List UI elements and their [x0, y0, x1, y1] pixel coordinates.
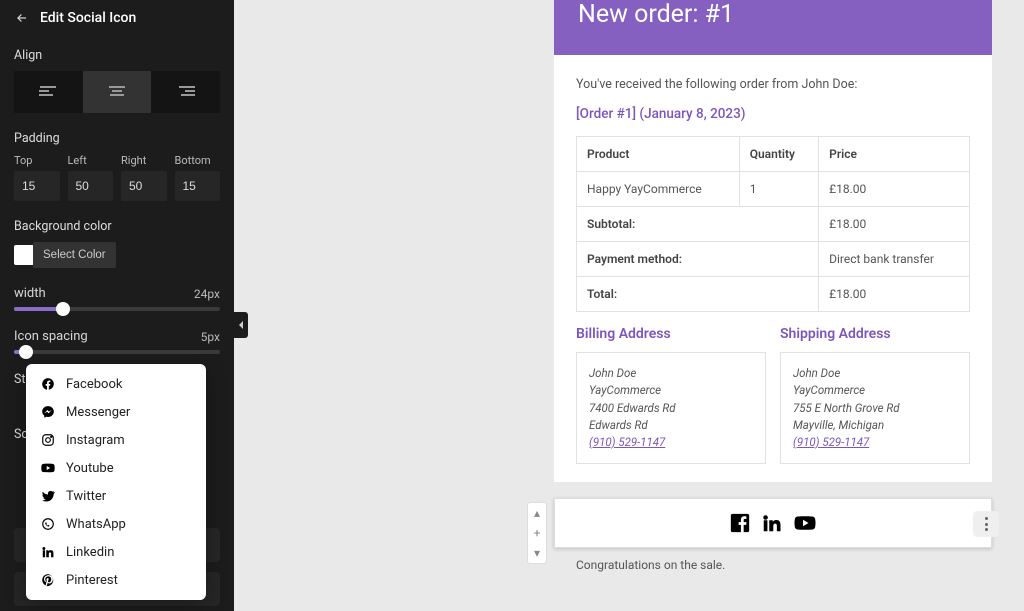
align-center-button[interactable] — [83, 71, 152, 113]
padding-label: Padding — [14, 131, 220, 146]
shipping-address: John Doe YayCommerce 755 E North Grove R… — [780, 352, 970, 464]
cell-price: £18.00 — [819, 172, 970, 207]
billing-phone-link[interactable]: (910) 529-1147 — [589, 435, 665, 449]
email-intro: You've received the following order from… — [576, 77, 970, 92]
padding-right-input[interactable] — [121, 171, 167, 201]
dropdown-item-label: Facebook — [66, 377, 122, 392]
whatsapp-icon — [40, 516, 56, 532]
dropdown-item-whatsapp[interactable]: WhatsApp — [26, 510, 206, 538]
messenger-icon — [40, 404, 56, 420]
dropdown-item-messenger[interactable]: Messenger — [26, 398, 206, 426]
cell-qty: 1 — [739, 172, 818, 207]
more-vertical-icon — [985, 516, 988, 532]
table-row: Total: £18.00 — [577, 277, 970, 312]
email-header: New order: #1 — [554, 0, 992, 55]
cell-product: Happy YayCommerce — [577, 172, 740, 207]
summary-value: £18.00 — [819, 277, 970, 312]
summary-value: £18.00 — [819, 207, 970, 242]
sidebar-collapse-toggle[interactable] — [234, 312, 248, 338]
facebook-icon — [729, 512, 751, 534]
padding-top-input[interactable] — [14, 171, 60, 201]
table-row: Happy YayCommerce 1 £18.00 — [577, 172, 970, 207]
dropdown-item-youtube[interactable]: Youtube — [26, 454, 206, 482]
billing-address: John Doe YayCommerce 7400 Edwards Rd Edw… — [576, 352, 766, 464]
shipping-phone-link[interactable]: (910) 529-1147 — [793, 435, 869, 449]
linkedin-icon — [40, 544, 56, 560]
dropdown-item-label: Linkedin — [66, 545, 114, 560]
table-row: Subtotal: £18.00 — [577, 207, 970, 242]
sidebar: Edit Social Icon Align Padding Top Left … — [0, 0, 234, 611]
align-label: Align — [14, 48, 220, 63]
dropdown-item-label: Pinterest — [66, 573, 118, 588]
linkedin-icon — [761, 512, 783, 534]
move-down-button[interactable]: ▾ — [527, 543, 547, 563]
dropdown-item-label: Messenger — [66, 405, 130, 420]
spacing-value: 5px — [201, 330, 220, 344]
block-reorder-tools: ▴ + ▾ — [527, 502, 547, 564]
padding-right-label: Right — [121, 154, 167, 167]
summary-value: Direct bank transfer — [819, 242, 970, 277]
order-table: Product Quantity Price Happy YayCommerce… — [576, 136, 970, 312]
email-title: New order: #1 — [578, 0, 968, 29]
th-quantity: Quantity — [739, 137, 818, 172]
dropdown-item-linkedin[interactable]: Linkedin — [26, 538, 206, 566]
youtube-icon — [793, 512, 817, 534]
table-row: Payment method: Direct bank transfer — [577, 242, 970, 277]
width-value: 24px — [194, 287, 220, 301]
order-link[interactable]: [Order #1] (January 8, 2023) — [576, 106, 970, 122]
twitter-icon — [40, 488, 56, 504]
th-product: Product — [577, 137, 740, 172]
pinterest-icon — [40, 572, 56, 588]
back-button[interactable] — [14, 10, 30, 26]
spacing-slider-thumb[interactable] — [19, 345, 33, 359]
select-color-button[interactable]: Select Color — [33, 242, 116, 268]
summary-label: Total: — [577, 277, 819, 312]
bgcolor-label: Background color — [14, 219, 220, 234]
dropdown-item-label: Instagram — [66, 433, 125, 448]
facebook-icon — [40, 376, 56, 392]
padding-left-input[interactable] — [68, 171, 114, 201]
align-right-icon — [177, 86, 195, 98]
spacing-label: Icon spacing — [14, 329, 88, 344]
email-preview: New order: #1 You've received the follow… — [554, 0, 992, 482]
padding-left-label: Left — [68, 154, 114, 167]
dropdown-item-label: Youtube — [66, 461, 114, 476]
padding-bottom-input[interactable] — [175, 171, 221, 201]
panel-title: Edit Social Icon — [40, 10, 136, 26]
width-slider[interactable] — [14, 307, 220, 311]
billing-title: Billing Address — [576, 326, 766, 342]
add-block-button[interactable]: + — [527, 523, 547, 543]
bgcolor-swatch[interactable] — [14, 245, 34, 265]
padding-bottom-label: Bottom — [175, 154, 221, 167]
instagram-icon — [40, 432, 56, 448]
canvas: New order: #1 You've received the follow… — [234, 0, 1024, 611]
email-congrats: Congratulations on the sale. — [576, 558, 725, 572]
width-slider-thumb[interactable] — [56, 302, 70, 316]
align-left-button[interactable] — [14, 71, 83, 113]
align-center-icon — [108, 86, 126, 98]
move-up-button[interactable]: ▴ — [527, 503, 547, 523]
align-left-icon — [39, 86, 57, 98]
shipping-title: Shipping Address — [780, 326, 970, 342]
dropdown-item-label: Twitter — [66, 489, 106, 504]
block-more-button[interactable] — [973, 511, 999, 537]
summary-label: Subtotal: — [577, 207, 819, 242]
align-right-button[interactable] — [151, 71, 220, 113]
padding-top-label: Top — [14, 154, 60, 167]
dropdown-item-instagram[interactable]: Instagram — [26, 426, 206, 454]
dropdown-item-label: WhatsApp — [66, 517, 126, 532]
dropdown-item-facebook[interactable]: Facebook — [26, 370, 206, 398]
youtube-icon — [40, 460, 56, 476]
width-label: width — [14, 286, 46, 301]
spacing-slider[interactable] — [14, 350, 220, 354]
dropdown-item-pinterest[interactable]: Pinterest — [26, 566, 206, 594]
summary-label: Payment method: — [577, 242, 819, 277]
th-price: Price — [819, 137, 970, 172]
social-dropdown-menu: Facebook Messenger Instagram Youtube Twi… — [26, 364, 206, 600]
dropdown-item-twitter[interactable]: Twitter — [26, 482, 206, 510]
social-icons-block[interactable] — [554, 498, 992, 548]
